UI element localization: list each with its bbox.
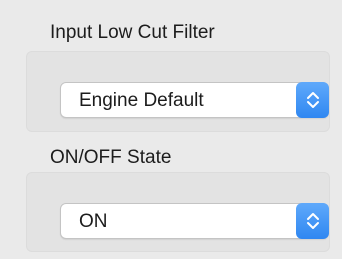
on-off-state-value: ON	[79, 211, 108, 232]
input-low-cut-filter-value: Engine Default	[79, 90, 204, 111]
on-off-state-label: ON/OFF State	[50, 147, 172, 168]
chevron-up-down-icon[interactable]	[296, 203, 329, 239]
input-low-cut-filter-popup[interactable]: Engine Default	[60, 82, 329, 118]
input-low-cut-filter-label: Input Low Cut Filter	[50, 22, 215, 43]
on-off-state-popup[interactable]: ON	[60, 203, 329, 239]
chevron-up-down-icon[interactable]	[296, 82, 329, 118]
